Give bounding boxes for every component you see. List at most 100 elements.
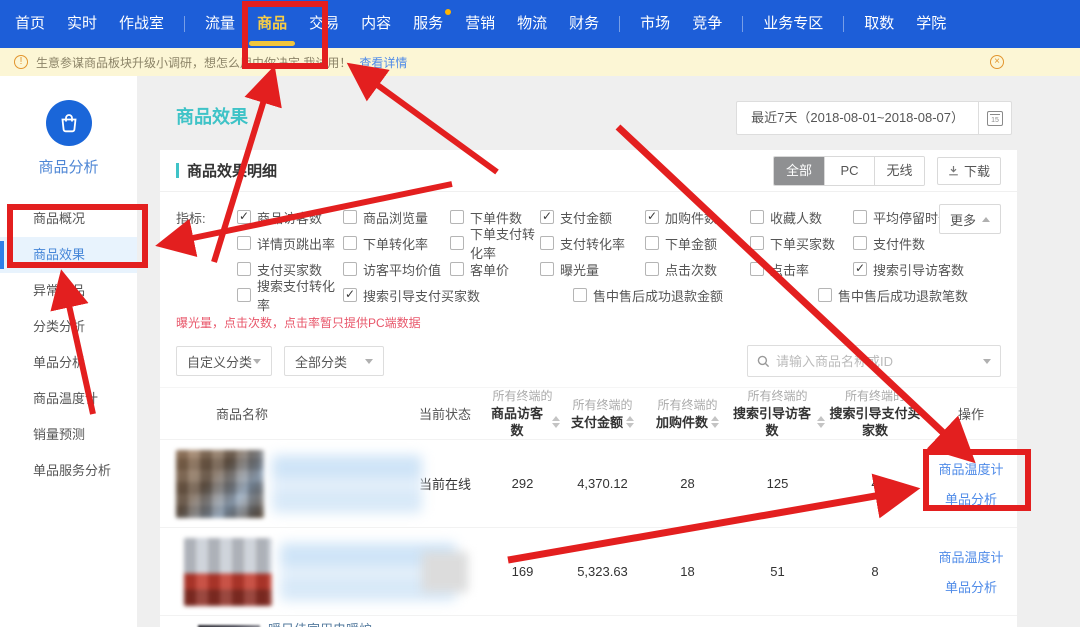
indicator-avg-order-value[interactable]: 客单价: [450, 260, 540, 279]
checkbox[interactable]: [645, 262, 659, 276]
page-title: 商品效果: [176, 103, 248, 129]
nav-item-realtime[interactable]: 实时: [56, 0, 108, 48]
indicator-search-visitors[interactable]: 搜索引导访客数: [853, 260, 1003, 279]
checkbox[interactable]: [818, 288, 832, 302]
nav-item-content[interactable]: 内容: [350, 0, 402, 48]
indicator-click-rate[interactable]: 点击率: [750, 260, 853, 279]
nav-item-market[interactable]: 市场: [629, 0, 681, 48]
nav-item-academy[interactable]: 学院: [905, 0, 957, 48]
checkbox[interactable]: [237, 288, 251, 302]
sidebar-item-product-overview[interactable]: 商品概况: [0, 201, 137, 237]
product-cell[interactable]: [160, 538, 405, 606]
indicator-order-pay-conversion[interactable]: 下单支付转化率: [450, 224, 540, 262]
nav-item-marketing[interactable]: 营销: [454, 0, 506, 48]
checkbox[interactable]: [343, 236, 357, 250]
indicator-payment-amount[interactable]: 支付金额: [540, 208, 645, 227]
checkbox[interactable]: [540, 210, 554, 224]
checkbox[interactable]: [853, 236, 867, 250]
indicator-pay-items[interactable]: 支付件数: [853, 234, 1003, 253]
tab-wireless[interactable]: 无线: [874, 157, 924, 185]
indicator-bounce-rate[interactable]: 详情页跳出率: [237, 234, 343, 253]
indicator-order-buyers[interactable]: 下单买家数: [750, 234, 853, 253]
product-cell[interactable]: [160, 450, 405, 518]
indicator-favorites[interactable]: 收藏人数: [750, 208, 853, 227]
checkbox[interactable]: [343, 262, 357, 276]
more-button[interactable]: 更多: [939, 204, 1001, 234]
indicator-refund-count[interactable]: 售中售后成功退款笔数: [818, 286, 1017, 305]
date-range-picker[interactable]: 最近7天（2018-08-01~2018-08-07） 15: [736, 101, 1012, 135]
checkbox[interactable]: [450, 236, 464, 250]
sort-toggle[interactable]: [817, 416, 825, 428]
indicator-product-views[interactable]: 商品浏览量: [343, 208, 450, 227]
thermometer-link[interactable]: 商品温度计: [938, 547, 1003, 566]
notice-detail-link[interactable]: 查看详情: [359, 54, 407, 71]
sidebar-item-single-product-service[interactable]: 单品服务分析: [0, 453, 137, 489]
product-name-text[interactable]: 暖日佳家用电暖炉5000W取暖大: [268, 619, 405, 627]
table-header-row: 商品名称 当前状态 所有终端的 商品访客数 所有终端的 支付金额 所有终端的 加…: [160, 387, 1017, 439]
sidebar-item-product-thermometer[interactable]: 商品温度计: [0, 381, 137, 417]
tab-pc[interactable]: PC: [824, 157, 874, 185]
checkbox[interactable]: [645, 210, 659, 224]
nav-item-product[interactable]: 商品: [246, 0, 298, 48]
checkbox[interactable]: [645, 236, 659, 250]
indicator-product-visitors[interactable]: 商品访客数: [237, 208, 343, 227]
sidebar-item-category-analysis[interactable]: 分类分析: [0, 309, 137, 345]
nav-item-home[interactable]: 首页: [4, 0, 56, 48]
indicator-order-conversion[interactable]: 下单转化率: [343, 234, 450, 253]
indicator-clicks[interactable]: 点击次数: [645, 260, 750, 279]
checkbox[interactable]: [750, 262, 764, 276]
nav-item-data-fetch[interactable]: 取数: [853, 0, 905, 48]
checkbox[interactable]: [450, 210, 464, 224]
checkbox[interactable]: [237, 210, 251, 224]
indicator-search-pay-buyers[interactable]: 搜索引导支付买家数: [343, 286, 573, 305]
indicator-cart-items[interactable]: 加购件数: [645, 208, 750, 227]
indicator-visitor-avg-value[interactable]: 访客平均价值: [343, 260, 450, 279]
nav-item-service[interactable]: 服务: [402, 0, 454, 48]
close-icon[interactable]: ×: [990, 55, 1004, 69]
chevron-down-icon: [365, 359, 373, 364]
checkbox[interactable]: [573, 288, 587, 302]
indicator-refund-amount[interactable]: 售中售后成功退款金额: [573, 286, 818, 305]
checkbox[interactable]: [343, 288, 357, 302]
checkbox[interactable]: [450, 262, 464, 276]
nav-item-business-zone[interactable]: 业务专区: [752, 0, 834, 48]
checkbox[interactable]: [853, 210, 867, 224]
checkbox[interactable]: [750, 210, 764, 224]
product-search-box[interactable]: [747, 345, 1001, 377]
nav-item-traffic[interactable]: 流量: [194, 0, 246, 48]
checkbox[interactable]: [750, 236, 764, 250]
sort-toggle[interactable]: [711, 416, 719, 428]
nav-item-warroom[interactable]: 作战室: [108, 0, 175, 48]
product-cell[interactable]: 暖日佳家用电暖炉5000W取暖大: [160, 619, 405, 627]
checkbox[interactable]: [853, 262, 867, 276]
thermometer-link[interactable]: 商品温度计: [938, 459, 1003, 478]
sidebar-item-single-product-analysis[interactable]: 单品分析: [0, 345, 137, 381]
indicator-search-pay-conversion[interactable]: 搜索支付转化率: [237, 276, 343, 314]
all-category-select[interactable]: 全部分类: [284, 346, 384, 376]
checkbox[interactable]: [540, 262, 554, 276]
calendar-button[interactable]: 15: [979, 102, 1011, 134]
single-analysis-link[interactable]: 单品分析: [945, 489, 997, 508]
checkbox[interactable]: [237, 236, 251, 250]
checkbox[interactable]: [343, 210, 357, 224]
sort-toggle[interactable]: [626, 416, 634, 428]
search-input[interactable]: [776, 354, 977, 369]
nav-item-logistics[interactable]: 物流: [506, 0, 558, 48]
download-button[interactable]: 下载: [937, 157, 1001, 185]
sidebar-item-abnormal-product[interactable]: 异常商品: [0, 273, 137, 309]
tab-all[interactable]: 全部: [774, 157, 824, 185]
indicator-exposure[interactable]: 曝光量: [540, 260, 645, 279]
nav-item-trade[interactable]: 交易: [298, 0, 350, 48]
sidebar-item-product-effect[interactable]: 商品效果: [0, 237, 137, 273]
sort-toggle[interactable]: [552, 416, 560, 428]
checkbox[interactable]: [237, 262, 251, 276]
table-row: 当前在线 292 4,370.12 28 125 4 商品温度计 单品分析: [160, 439, 1017, 527]
indicator-order-amount[interactable]: 下单金额: [645, 234, 750, 253]
indicator-pay-conversion[interactable]: 支付转化率: [540, 234, 645, 253]
nav-item-finance[interactable]: 财务: [558, 0, 610, 48]
single-analysis-link[interactable]: 单品分析: [945, 577, 997, 596]
nav-item-competition[interactable]: 竞争: [681, 0, 733, 48]
sidebar-item-sales-forecast[interactable]: 销量预测: [0, 417, 137, 453]
custom-category-select[interactable]: 自定义分类: [176, 346, 272, 376]
checkbox[interactable]: [540, 236, 554, 250]
